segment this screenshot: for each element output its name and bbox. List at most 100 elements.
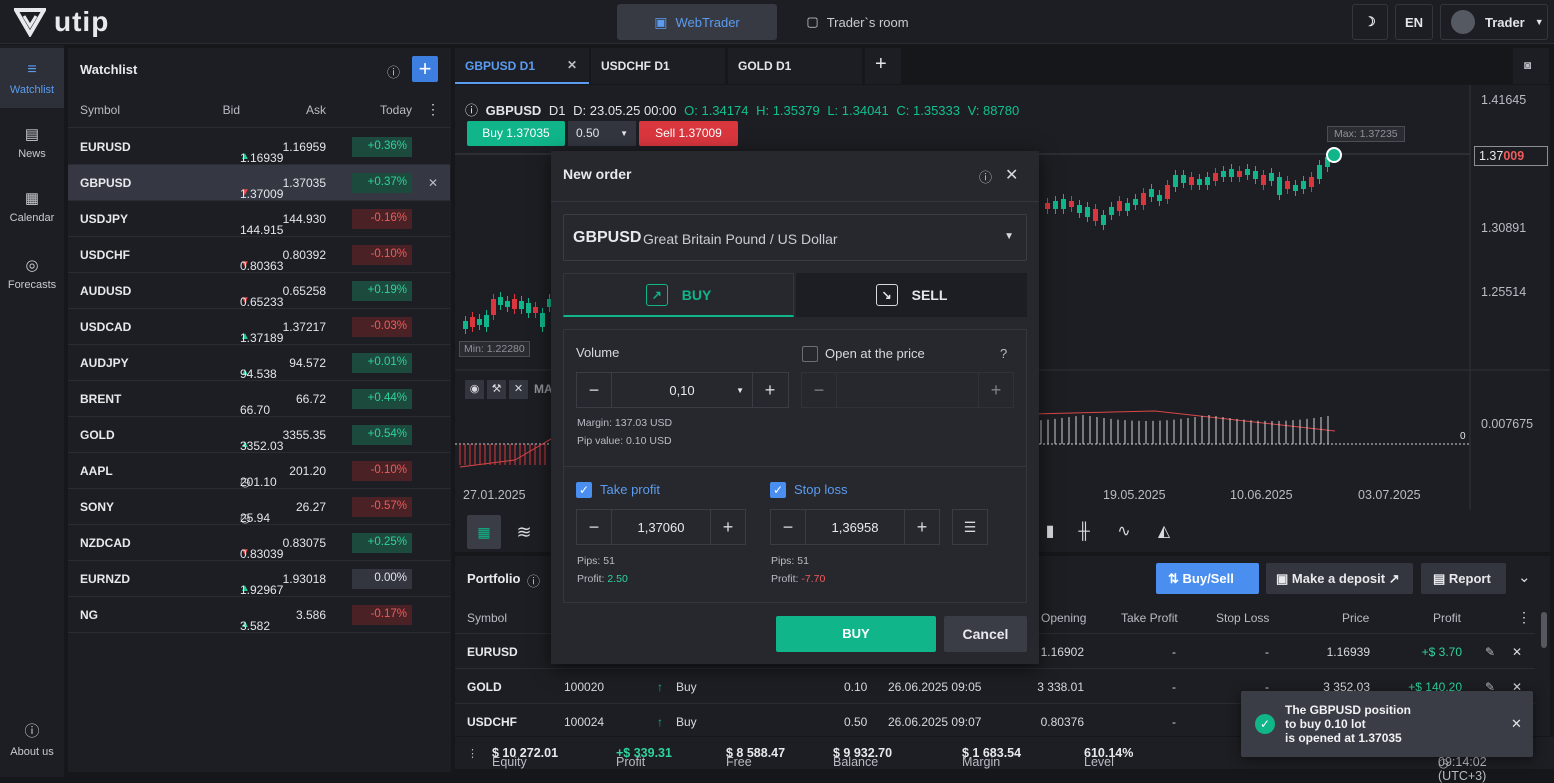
area-chart-icon[interactable]: ◭ <box>1147 515 1181 549</box>
submit-buy-button[interactable]: BUY <box>776 616 936 652</box>
tab-gbpusd[interactable]: GBPUSD D1 ✕ <box>455 48 589 84</box>
help-icon[interactable]: ? <box>1000 346 1007 361</box>
quick-buy-button[interactable]: Buy 1.37035 <box>467 121 565 146</box>
col-profit[interactable]: Profit <box>1433 611 1461 625</box>
close-icon[interactable]: ✕ <box>1512 645 1522 659</box>
add-tab-button[interactable]: + <box>865 48 901 84</box>
theme-toggle-button[interactable]: ☽ <box>1352 4 1388 40</box>
report-button[interactable]: ▤ Report <box>1421 563 1506 594</box>
add-symbol-button[interactable]: + <box>412 56 438 82</box>
info-icon[interactable]: ⓘ <box>979 167 992 186</box>
bar-chart-icon[interactable]: ╫ <box>1067 515 1101 549</box>
plus-icon[interactable]: + <box>979 373 1013 407</box>
minus-icon[interactable]: − <box>802 373 836 407</box>
more-vertical-icon[interactable]: ⋮ <box>467 747 478 760</box>
col-price[interactable]: Price <box>1342 611 1369 625</box>
sidebar-item-calendar[interactable]: ▦ Calendar <box>0 176 64 236</box>
volume-input[interactable]: 0,10 ▼ <box>611 373 753 407</box>
ask-value: 144.930 <box>282 212 326 226</box>
watchlist-row[interactable]: NZDCAD ▼ 0.83039 0.83075 +0.25% <box>68 525 450 561</box>
info-icon[interactable]: ⓘ <box>465 103 478 118</box>
sidebar-item-about[interactable]: ⓘ About us <box>0 709 64 769</box>
col-bid[interactable]: Bid <box>223 103 240 117</box>
traders-room-button[interactable]: ▢ Trader`s room <box>790 4 925 40</box>
indicators-icon[interactable]: ≋ <box>507 515 541 549</box>
edit-icon[interactable]: ✎ <box>1485 645 1495 659</box>
candles-type-button[interactable]: ▦ <box>467 515 501 549</box>
col-today[interactable]: Today <box>380 103 412 117</box>
buy-tab[interactable]: ↗ BUY <box>563 273 794 317</box>
line-chart-icon[interactable]: ∿ <box>1107 515 1141 549</box>
stop-loss-checkbox[interactable]: ✓ <box>770 482 786 498</box>
ask-value: 0.83075 <box>282 536 326 550</box>
more-vertical-icon[interactable]: ⋮ <box>1517 609 1531 626</box>
minus-icon[interactable]: − <box>771 510 805 544</box>
plus-icon[interactable]: + <box>905 510 939 544</box>
volume-stepper[interactable]: − 0,10 ▼ + <box>576 372 789 408</box>
watchlist-row[interactable]: GBPUSD ▼ 1.37009 1.37035 +0.37% ✕ <box>68 165 450 201</box>
lot-select[interactable]: 0.50 ▼ <box>568 121 636 146</box>
take-profit-stepper[interactable]: − 1,37060 + <box>576 509 746 545</box>
minus-icon[interactable]: − <box>577 373 611 407</box>
info-icon[interactable]: ⓘ <box>387 62 400 81</box>
symbol-select[interactable]: GBPUSD Great Britain Pound / US Dollar ▼ <box>563 214 1027 261</box>
quick-sell-button[interactable]: Sell 1.37009 <box>639 121 738 146</box>
watchlist-row[interactable]: USDCHF ▼ 0.80363 0.80392 -0.10% <box>68 237 450 273</box>
watchlist-row[interactable]: AUDJPY ▲ 94.538 94.572 +0.01% <box>68 345 450 381</box>
watchlist-row[interactable]: BRENT 66.70 66.72 +0.44% <box>68 381 450 417</box>
close-icon[interactable]: ✕ <box>1005 165 1018 185</box>
minus-icon[interactable]: − <box>577 510 611 544</box>
take-profit-checkbox[interactable]: ✓ <box>576 482 592 498</box>
close-icon[interactable]: ✕ <box>567 58 577 72</box>
tab-gold[interactable]: GOLD D1 <box>728 48 862 84</box>
watchlist-row[interactable]: EURNZD ▲ 1.92967 1.93018 0.00% <box>68 561 450 597</box>
close-icon[interactable]: ✕ <box>428 176 438 190</box>
sidebar-item-watchlist[interactable]: ≡ Watchlist <box>0 48 64 108</box>
make-deposit-button[interactable]: ▣ Make a deposit ↗ <box>1266 563 1413 594</box>
watchlist-row[interactable]: USDJPY 144.915 144.930 -0.16% <box>68 201 450 237</box>
watchlist-row[interactable]: AAPL ◷ 201.10 201.20 -0.10% <box>68 453 450 489</box>
buy-sell-button[interactable]: ⇅ Buy/Sell <box>1156 563 1259 594</box>
camera-icon[interactable]: ◙ <box>1513 48 1549 84</box>
watchlist-row[interactable]: USDCAD ▲ 1.37189 1.37217 -0.03% <box>68 309 450 345</box>
language-button[interactable]: EN <box>1395 4 1433 40</box>
logo[interactable]: utip <box>14 6 109 38</box>
info-icon[interactable]: ⓘ <box>527 571 540 590</box>
user-menu-button[interactable]: Trader ▼ <box>1440 4 1548 40</box>
cancel-button[interactable]: Cancel <box>944 616 1027 652</box>
portfolio-scrollbar[interactable] <box>1541 612 1547 648</box>
watchlist-row[interactable]: GOLD ▲ 3352.03 3355.35 +0.54% <box>68 417 450 453</box>
opening-price: 1.16902 <box>1040 645 1084 659</box>
more-vertical-icon[interactable]: ⋮ <box>426 101 440 118</box>
plus-icon[interactable]: + <box>753 373 787 407</box>
open-price-stepper[interactable]: − + <box>801 372 1014 408</box>
col-take-profit[interactable]: Take Profit <box>1121 611 1178 625</box>
sidebar-item-forecasts[interactable]: ◎ Forecasts <box>0 243 64 303</box>
webtrader-button[interactable]: ▣ WebTrader <box>617 4 777 40</box>
stop-loss-input[interactable]: 1,36958 <box>805 510 905 544</box>
tab-usdchf[interactable]: USDCHF D1 <box>591 48 725 84</box>
wrench-icon[interactable]: ⚒ <box>487 380 506 399</box>
collapse-icon[interactable]: ⌄ <box>1518 568 1531 586</box>
col-symbol[interactable]: Symbol <box>80 103 120 117</box>
watchlist-row[interactable]: EURUSD ▲ 1.16939 1.16959 +0.36% <box>68 129 450 165</box>
watchlist-row[interactable]: AUDUSD ▼ 0.65233 0.65258 +0.19% <box>68 273 450 309</box>
watchlist-title: Watchlist <box>80 62 138 77</box>
watchlist-row[interactable]: NG ▲ 3.582 3.586 -0.17% <box>68 597 450 633</box>
eye-icon[interactable]: ◉ <box>465 380 484 399</box>
sidebar-item-news[interactable]: ▤ News <box>0 112 64 172</box>
plus-icon[interactable]: + <box>711 510 745 544</box>
open-at-price-checkbox[interactable] <box>802 346 818 362</box>
col-opening[interactable]: Opening <box>1041 611 1086 625</box>
col-symbol[interactable]: Symbol <box>467 611 507 625</box>
watchlist-row[interactable]: SONY ◷ 25.94 26.27 -0.57% <box>68 489 450 525</box>
close-icon[interactable]: ✕ <box>1511 716 1522 732</box>
sell-tab[interactable]: ↘ SELL <box>796 273 1027 317</box>
close-icon[interactable]: ✕ <box>509 380 528 399</box>
sliders-icon[interactable]: ☰ <box>952 509 988 545</box>
stop-loss-stepper[interactable]: − 1,36958 + <box>770 509 940 545</box>
col-ask[interactable]: Ask <box>306 103 326 117</box>
open-price-input[interactable] <box>836 373 979 407</box>
take-profit-input[interactable]: 1,37060 <box>611 510 711 544</box>
col-stop-loss[interactable]: Stop Loss <box>1216 611 1269 625</box>
